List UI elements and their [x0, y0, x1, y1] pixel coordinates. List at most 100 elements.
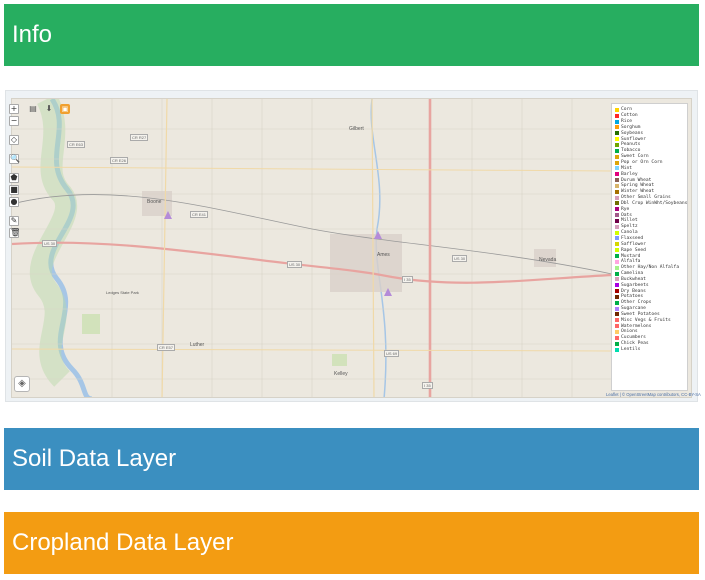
grid-roads: [12, 99, 612, 397]
legend-swatch: [615, 172, 619, 177]
search-icon[interactable]: 🔍: [9, 154, 20, 164]
legend-label: Durum Wheat: [621, 177, 652, 183]
legend-label: Safflower: [621, 241, 646, 247]
legend-label: Peanuts: [621, 142, 641, 148]
locate-button[interactable]: ◇: [9, 135, 19, 145]
print-icon[interactable]: ▤: [28, 104, 38, 114]
route-shield: US 30: [287, 261, 303, 268]
legend-swatch: [615, 318, 619, 323]
legend-swatch: [615, 131, 619, 136]
draw-polygon-icon[interactable]: ⬟: [9, 173, 19, 183]
legend-swatch: [615, 154, 619, 159]
place-label-ames: Ames: [377, 252, 390, 258]
legend-label: Onions: [621, 329, 638, 335]
legend-label: Speltz: [621, 224, 638, 230]
green-area: [82, 314, 100, 334]
legend-swatch: [615, 259, 619, 264]
route-shield: I 35: [402, 276, 413, 283]
info-panel-header[interactable]: Info: [4, 4, 699, 66]
legend-swatch: [615, 166, 619, 171]
layers-icon[interactable]: ◈: [14, 376, 30, 392]
legend-label: Millet: [621, 218, 638, 224]
legend-swatch: [615, 248, 619, 253]
basemap: [12, 99, 613, 397]
place-label-gilbert: Gilbert: [349, 126, 364, 132]
riverside-woods: [29, 99, 78, 387]
legend-label: Winter Wheat: [621, 189, 655, 195]
legend-swatch: [615, 119, 619, 124]
legend-swatch: [615, 148, 619, 153]
ames-urban: [330, 234, 402, 292]
legend-label: Chick Peas: [621, 341, 649, 347]
legend-label: Other Hay/Non Alfalfa: [621, 265, 680, 271]
place-label-luther: Luther: [190, 342, 205, 348]
legend-item: Other Hay/Non Alfalfa: [615, 265, 684, 271]
draw-rectangle-icon[interactable]: ■: [9, 185, 19, 195]
legend-swatch: [615, 113, 619, 118]
legend-label: Camelina: [621, 271, 644, 277]
legend-label: Corn: [621, 107, 633, 113]
legend-label: Dry Beans: [621, 288, 646, 294]
legend-swatch: [615, 324, 619, 329]
legend-swatch: [615, 137, 619, 142]
legend-swatch: [615, 335, 619, 340]
legend-swatch: [615, 271, 619, 276]
legend-swatch: [615, 265, 619, 270]
place-label-nevada: Nevada: [539, 257, 557, 263]
edit-icon[interactable]: ✎: [9, 216, 19, 226]
legend-swatch: [615, 230, 619, 235]
legend-label: Mint: [621, 165, 633, 171]
legend-label: Rye: [621, 206, 630, 212]
legend-swatch: [615, 242, 619, 247]
legend-swatch: [615, 207, 619, 212]
legend-label: Pop or Orn Corn: [621, 160, 663, 166]
legend-label: Lentils: [621, 347, 641, 353]
route-shield: I 35: [422, 382, 433, 389]
legend-swatch: [615, 312, 619, 317]
legend-label: Sweet Potatoes: [621, 311, 660, 317]
legend-label: Sugarbeets: [621, 282, 649, 288]
soil-panel-header[interactable]: Soil Data Layer: [4, 428, 699, 490]
legend-swatch: [615, 160, 619, 165]
route-shield: US 30: [452, 255, 468, 262]
legend-swatch: [615, 178, 619, 183]
legend-swatch: [615, 213, 619, 218]
zoom-in-button[interactable]: +: [9, 104, 19, 114]
place-label-ledges: Ledges State Park: [106, 290, 139, 295]
draw-marker-icon[interactable]: ●: [9, 197, 19, 207]
route-shield: CR R27: [130, 134, 149, 141]
legend-swatch: [615, 183, 619, 188]
cropland-panel-header[interactable]: Cropland Data Layer: [4, 512, 699, 574]
legend-swatch: [615, 300, 619, 305]
map-attribution[interactable]: Leaflet | © OpenStreetMap contributors, …: [606, 392, 701, 398]
download-icon[interactable]: ⬇: [44, 104, 54, 114]
legend-swatch: [615, 277, 619, 282]
export-icon[interactable]: ▣: [60, 104, 70, 114]
legend-label: Sorghum: [621, 124, 641, 130]
legend-label: Flaxseed: [621, 235, 644, 241]
delete-icon[interactable]: 🗑: [9, 228, 20, 238]
green-area: [332, 354, 347, 366]
legend-swatch: [615, 189, 619, 194]
legend-label: Mustard: [621, 253, 641, 259]
legend-swatch: [615, 254, 619, 259]
legend-swatch: [615, 218, 619, 223]
legend-label: Rape Seed: [621, 247, 646, 253]
route-shield: US 69: [384, 350, 400, 357]
legend-label: Misc Vegs & Fruits: [621, 317, 671, 323]
zoom-out-button[interactable]: −: [9, 116, 19, 126]
legend-label: Rice: [621, 119, 633, 125]
legend-label: Sweet Corn: [621, 154, 649, 160]
legend-swatch: [615, 341, 619, 346]
legend-swatch: [615, 224, 619, 229]
legend-swatch: [615, 142, 619, 147]
cropland-legend: Corn Cotton Rice Sorghum Soybeans Sunflower Pe…: [611, 103, 688, 391]
legend-label: Canola: [621, 230, 638, 236]
legend-label: Other Small Grains: [621, 195, 671, 201]
map-toolbar: + − ◇ 🔍 ⬟ ■ ● ✎ 🗑: [9, 104, 20, 238]
map-canvas[interactable]: Boone Ames Nevada Gilbert Luther Kelley …: [11, 98, 692, 398]
legend-label: Buckwheat: [621, 276, 646, 282]
legend-label: Spring Wheat: [621, 183, 655, 189]
legend-label: Soybeans: [621, 130, 644, 136]
legend-swatch: [615, 294, 619, 299]
